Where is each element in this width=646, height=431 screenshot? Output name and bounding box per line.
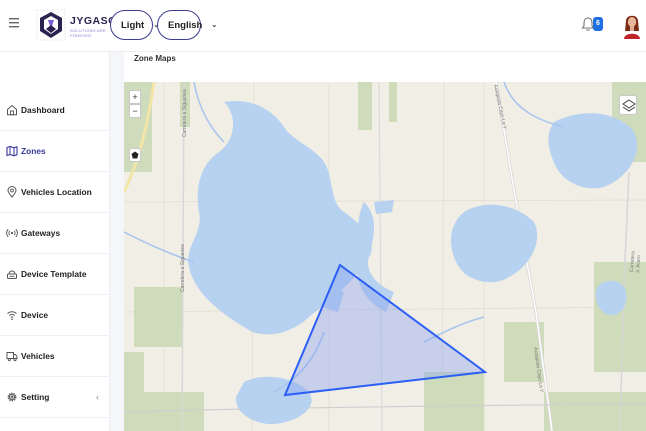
sidebar-item-vehicles[interactable]: Vehicles	[0, 336, 110, 377]
sidebar-item-dashboard[interactable]: Dashboard	[0, 90, 110, 131]
home-icon	[7, 104, 17, 116]
theme-select-value: Light	[121, 19, 145, 31]
sidebar-item-label: Vehicles Location	[21, 187, 92, 197]
sidebar-item-label: Vehicles	[21, 351, 55, 361]
sidebar: Dashboard Zones Vehicles Location Gatewa…	[0, 52, 110, 431]
user-photo	[621, 11, 643, 39]
sidebar-item-setting[interactable]: Setting ‹	[0, 377, 110, 418]
sidebar-item-label: Dashboard	[21, 105, 65, 115]
sidebar-item-device-template[interactable]: Device Template	[0, 254, 110, 295]
chevron-down-icon: ⌄	[211, 22, 218, 29]
chevron-left-icon[interactable]: ‹	[96, 392, 99, 402]
truck-icon	[6, 352, 18, 362]
layers-icon	[622, 99, 636, 112]
logo[interactable]: JYGASOFT SOLUTIONS ARE FOREVER	[32, 6, 130, 44]
notification-badge[interactable]: 6	[593, 17, 603, 31]
sidebar-item-label: Device Template	[21, 269, 87, 279]
language-select-value: English	[168, 19, 203, 31]
road-label: Carretera a Siguanea	[180, 244, 186, 292]
menu-icon[interactable]	[8, 16, 22, 30]
sidebar-item-gateways[interactable]: Gateways	[0, 213, 110, 254]
gear-icon	[7, 392, 17, 402]
sidebar-item-label: Zones	[21, 146, 46, 156]
avatar[interactable]	[621, 11, 643, 39]
logo-mark-icon	[36, 9, 66, 41]
zoom-out-button[interactable]: −	[129, 104, 141, 118]
sidebar-item-label: Device	[21, 310, 49, 320]
template-icon	[7, 270, 17, 279]
sidebar-item-label: Setting	[21, 392, 50, 402]
draw-polygon-button[interactable]	[129, 148, 141, 162]
sidebar-item-label: Gateways	[21, 228, 61, 238]
road-label: Carretera a Jicaro	[629, 250, 643, 273]
theme-select[interactable]: Light ⌄	[110, 10, 159, 40]
zone-map[interactable]: Carretera a Siguanea Carretera a Siguane…	[124, 82, 646, 431]
map-canvas[interactable]	[124, 82, 646, 431]
top-bar: JYGASOFT SOLUTIONS ARE FOREVER Light ⌄ E…	[0, 0, 646, 52]
map-icon	[6, 145, 18, 157]
pentagon-icon	[131, 151, 139, 159]
broadcast-icon	[6, 228, 18, 238]
wifi-icon	[7, 311, 17, 320]
road-label: Carretera a Siguanea	[182, 89, 188, 137]
language-select[interactable]: English ⌄	[157, 10, 217, 40]
location-pin-icon	[7, 186, 17, 198]
layers-button[interactable]	[619, 95, 637, 115]
sidebar-item-vehicles-location[interactable]: Vehicles Location	[0, 172, 110, 213]
card-header	[124, 52, 646, 82]
sidebar-item-device[interactable]: Device	[0, 295, 110, 336]
zoom-in-button[interactable]: +	[129, 90, 141, 104]
page-title: Zone Maps	[134, 54, 176, 63]
sidebar-item-zones[interactable]: Zones	[0, 131, 110, 172]
